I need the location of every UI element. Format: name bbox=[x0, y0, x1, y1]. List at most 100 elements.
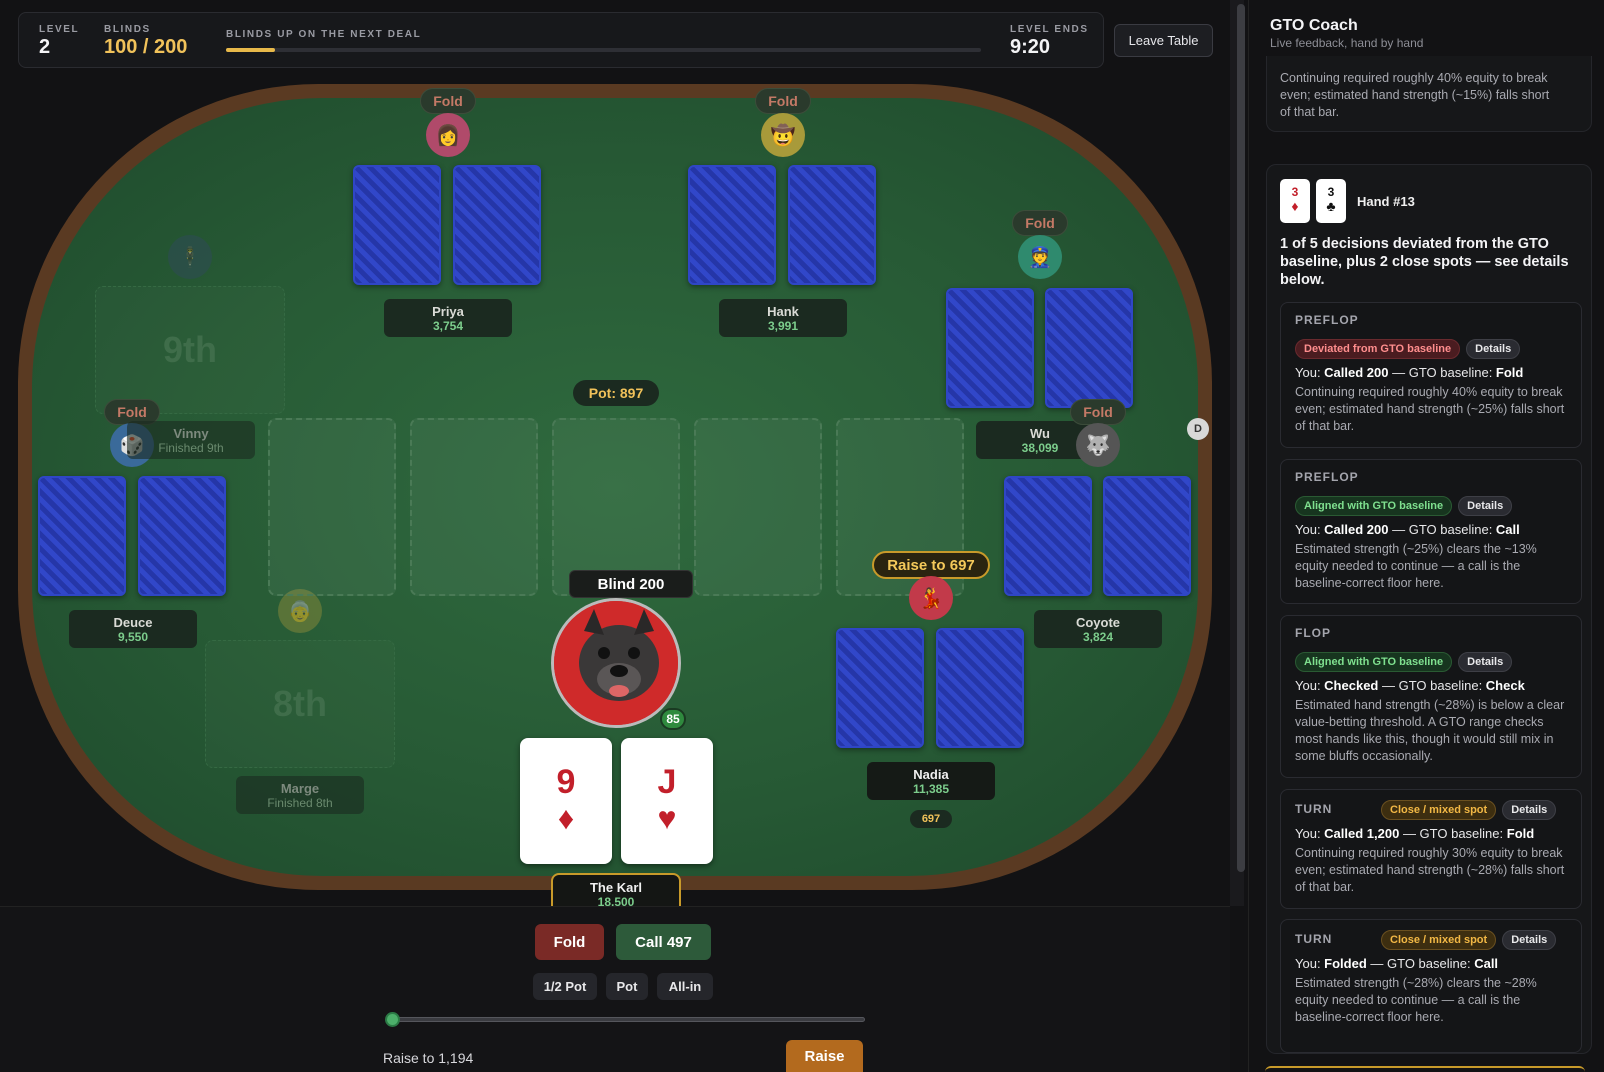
priya-card-back bbox=[353, 165, 441, 285]
nadia-card-back bbox=[836, 628, 924, 748]
decision-summary: You: Checked — GTO baseline: Check bbox=[1295, 678, 1567, 693]
nadia-nameplate: Nadia 11,385 bbox=[867, 762, 995, 800]
decision-street: PREFLOP bbox=[1295, 470, 1359, 484]
baseline-prefix: — GTO baseline: bbox=[1388, 365, 1496, 380]
progress-label: BLINDS UP ON THE NEXT DEAL bbox=[226, 29, 422, 40]
wu-action-badge: Fold bbox=[1012, 210, 1068, 236]
decision-street: PREFLOP bbox=[1295, 313, 1359, 327]
bust-9th-placeholder: 9th bbox=[95, 286, 285, 414]
level-value: 2 bbox=[39, 36, 51, 58]
coyote-card-back bbox=[1103, 476, 1191, 596]
raise-slider[interactable] bbox=[393, 1017, 865, 1022]
coach-subtitle: Live feedback, hand by hand bbox=[1270, 36, 1424, 50]
pot-display: Pot: 897 bbox=[573, 380, 659, 406]
decision-card: PREFLOP Aligned with GTO baseline Details Y… bbox=[1280, 459, 1582, 604]
hero-action-badge: Blind 200 bbox=[569, 570, 693, 598]
hand-mini-card: 3 ♦ bbox=[1280, 179, 1310, 223]
coyote-name: Coyote bbox=[1075, 615, 1121, 630]
deuce-nameplate: Deuce 9,550 bbox=[69, 610, 197, 648]
community-card-slot bbox=[694, 418, 822, 596]
decision-explanation: Estimated strength (~28%) clears the ~28… bbox=[1295, 976, 1537, 1024]
you-action: Checked bbox=[1324, 678, 1379, 693]
vinny-seat-avatar: 🕴 bbox=[168, 235, 212, 279]
decision-verdict-badge: Close / mixed spot bbox=[1381, 800, 1497, 820]
hank-avatar: 🤠 bbox=[761, 113, 805, 157]
baseline-prefix: — GTO baseline: bbox=[1366, 956, 1475, 971]
all-in-button[interactable]: All-in bbox=[657, 973, 713, 1000]
decision-explanation: Estimated strength (~25%) clears the ~13… bbox=[1295, 542, 1537, 590]
hank-nameplate: Hank 3,991 bbox=[719, 299, 847, 337]
deuce-name: Deuce bbox=[113, 615, 153, 630]
hero-name: The Karl bbox=[589, 880, 642, 895]
wu-card-back bbox=[946, 288, 1034, 408]
marge-nameplate: Marge Finished 8th bbox=[236, 776, 364, 814]
coyote-nameplate: Coyote 3,824 bbox=[1034, 610, 1162, 648]
blinds-bar: LEVEL 2 BLINDS 100 / 200 BLINDS UP ON TH… bbox=[18, 12, 1104, 68]
pot-button[interactable]: Pot bbox=[606, 973, 648, 1000]
decision-explanation: Continuing required roughly 30% equity t… bbox=[1295, 846, 1565, 894]
bust-8th-placeholder: 8th bbox=[205, 640, 395, 768]
nadia-name: Nadia bbox=[913, 767, 949, 782]
you-prefix: You: bbox=[1295, 678, 1325, 693]
deuce-stack: 9,550 bbox=[117, 630, 149, 644]
raise-button[interactable]: Raise bbox=[786, 1040, 863, 1072]
nadia-bet-chip: 697 bbox=[910, 810, 952, 828]
hero-hole-card[interactable]: J ♥ bbox=[621, 738, 713, 864]
hank-action-badge: Fold bbox=[755, 88, 811, 114]
baseline-action: Fold bbox=[1495, 365, 1524, 380]
wu-avatar: 👮 bbox=[1018, 235, 1062, 279]
decision-summary: You: Called 1,200 — GTO baseline: Fold bbox=[1295, 826, 1567, 841]
details-button[interactable]: Details bbox=[1502, 930, 1557, 950]
details-button[interactable]: Details bbox=[1466, 339, 1521, 359]
coyote-action-badge: Fold bbox=[1070, 399, 1126, 425]
hero-hole-card[interactable]: 9 ♦ bbox=[520, 738, 612, 864]
table-scrollbar-thumb[interactable] bbox=[1237, 4, 1245, 872]
decision-street: FLOP bbox=[1295, 626, 1331, 640]
details-button[interactable]: Details bbox=[1458, 496, 1513, 516]
fold-button[interactable]: Fold bbox=[535, 924, 604, 960]
baseline-action: Fold bbox=[1506, 826, 1535, 841]
blinds-progress-fill bbox=[226, 48, 276, 52]
decision-verdict-badge: Aligned with GTO baseline bbox=[1295, 496, 1453, 516]
decision-card: TURN Close / mixed spot Details You: Folded… bbox=[1280, 919, 1582, 1053]
details-button[interactable]: Details bbox=[1458, 652, 1513, 672]
hank-stack: 3,991 bbox=[767, 319, 799, 333]
priya-card-back bbox=[453, 165, 541, 285]
details-button[interactable]: Details bbox=[1502, 800, 1557, 820]
baseline-action: Call bbox=[1495, 522, 1520, 537]
priya-action-badge: Fold bbox=[420, 88, 476, 114]
hand-title: Hand #13 bbox=[1357, 194, 1415, 209]
previous-hand-card: Continuing required roughly 40% equity t… bbox=[1266, 56, 1592, 132]
priya-name: Priya bbox=[432, 304, 464, 319]
you-prefix: You: bbox=[1295, 826, 1325, 841]
card-rank: J bbox=[657, 763, 677, 801]
nadia-card-back bbox=[936, 628, 1024, 748]
community-card-slot bbox=[268, 418, 396, 596]
blinds-progress-bar bbox=[226, 48, 981, 52]
community-card-slot bbox=[410, 418, 538, 596]
half-pot-button[interactable]: 1/2 Pot bbox=[533, 973, 597, 1000]
level-label: LEVEL bbox=[39, 24, 80, 35]
diamond-suit-icon: ♦ bbox=[1291, 198, 1299, 214]
level-ends-value: 9:20 bbox=[1010, 36, 1051, 58]
call-button[interactable]: Call 497 bbox=[616, 924, 711, 960]
decision-explanation: Estimated hand strength (~28%) is below … bbox=[1295, 698, 1565, 763]
vinny-status: Finished 9th bbox=[158, 441, 224, 455]
hand-summary: 1 of 5 decisions deviated from the GTO b… bbox=[1280, 236, 1569, 288]
decision-verdict-badge: Aligned with GTO baseline bbox=[1295, 652, 1453, 672]
priya-nameplate: Priya 3,754 bbox=[384, 299, 512, 337]
hero-timer-badge: 85 bbox=[660, 708, 686, 730]
deuce-card-back bbox=[38, 476, 126, 596]
club-suit-icon: ♣ bbox=[1326, 198, 1336, 214]
you-action: Folded bbox=[1324, 956, 1367, 971]
vinny-nameplate: Vinny Finished 9th bbox=[127, 421, 255, 459]
previous-decision-text: Continuing required roughly 40% equity t… bbox=[1280, 71, 1550, 119]
hank-card-back bbox=[788, 165, 876, 285]
decision-verdict-badge: Deviated from GTO baseline bbox=[1295, 339, 1461, 359]
priya-stack: 3,754 bbox=[432, 319, 464, 333]
raise-slider-thumb[interactable] bbox=[385, 1012, 400, 1027]
you-prefix: You: bbox=[1295, 365, 1325, 380]
hand-mini-card: 3 ♣ bbox=[1316, 179, 1346, 223]
leave-table-button[interactable]: Leave Table bbox=[1114, 24, 1213, 57]
deuce-card-back bbox=[138, 476, 226, 596]
